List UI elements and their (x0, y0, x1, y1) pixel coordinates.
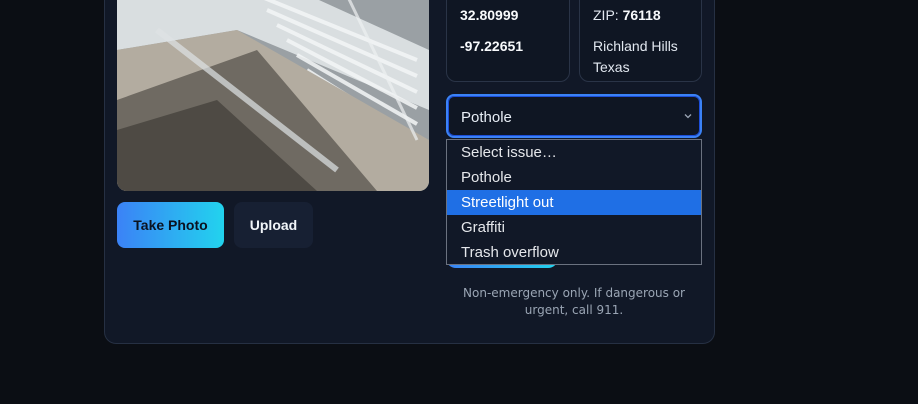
take-photo-button[interactable]: Take Photo (117, 202, 224, 248)
upload-button[interactable]: Upload (234, 202, 313, 248)
longitude-value: -97.22651 (460, 38, 524, 54)
issue-option-select[interactable]: Select issue… (447, 140, 701, 165)
issue-option-pothole[interactable]: Pothole (447, 165, 701, 190)
issue-select-value: Pothole (461, 109, 512, 126)
photo-preview (117, 0, 429, 191)
zip-line: ZIP: 76118 (593, 7, 661, 23)
latitude-value: 32.80999 (460, 7, 519, 23)
coordinates-box: 32.80999 -97.22651 (446, 0, 570, 82)
issue-option-graffiti[interactable]: Graffiti (447, 215, 701, 240)
emergency-note: Non-emergency only. If dangerous or urge… (463, 286, 685, 317)
issue-select[interactable]: Pothole (446, 94, 702, 138)
issue-option-streetlight[interactable]: Streetlight out (447, 190, 701, 215)
city-value: Richland Hills (593, 38, 678, 54)
state-value: Texas (593, 59, 630, 75)
zip-value: 76118 (622, 7, 661, 23)
address-box: ZIP: 76118 Richland Hills Texas (579, 0, 702, 82)
issue-dropdown-list: Select issue… Pothole Streetlight out Gr… (446, 139, 702, 265)
chevron-down-icon (684, 114, 692, 119)
zip-label: ZIP: (593, 7, 619, 23)
issue-option-trash[interactable]: Trash overflow (447, 240, 701, 265)
